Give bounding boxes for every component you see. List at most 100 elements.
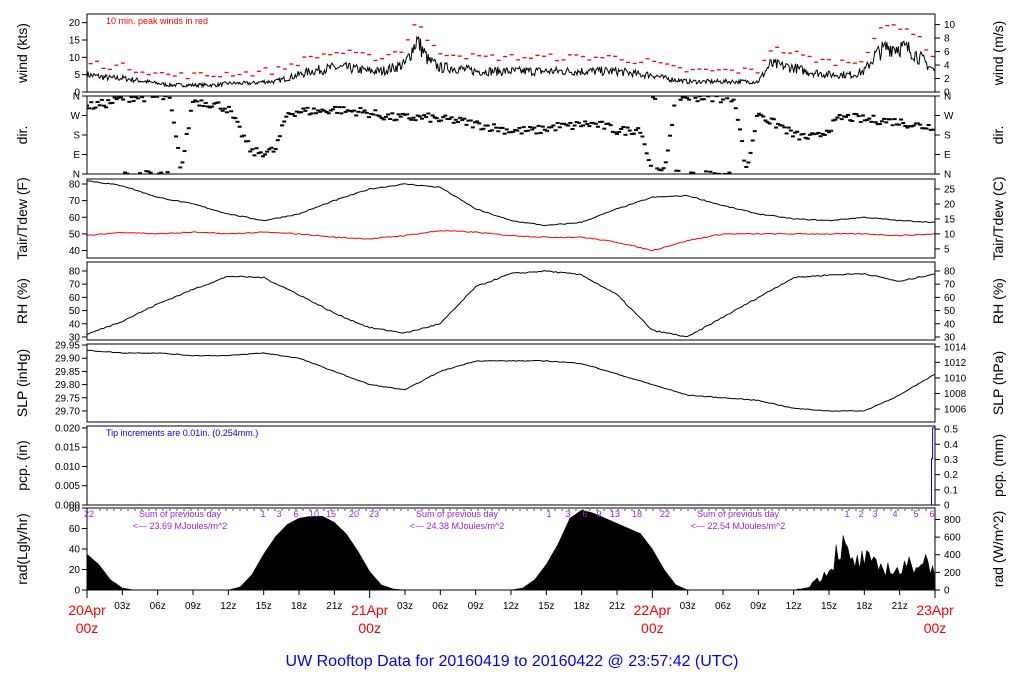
day-label-date: 22Apr (634, 602, 672, 618)
right-y-tick-label: 6 (944, 47, 950, 58)
x-tick-label: 12z (220, 601, 236, 612)
x-tick-label: 06z (715, 601, 731, 612)
y-tick-label: 80 (69, 266, 81, 277)
right-y-tick-label: 40 (944, 319, 956, 330)
right-y-tick-label: N (944, 170, 951, 181)
rad-ylabel: rad(Lgly/hr) (14, 513, 30, 585)
right-y-tick-label: 0.3 (944, 455, 958, 466)
panel-temp: 40 50 60 70 80 5 10 15 20 25 Tair/Tdew (F) Tair/Tde… (14, 176, 1006, 260)
temp-frame (86, 178, 936, 259)
x-tick-label: 15z (256, 601, 272, 612)
pcp-ylabel-right: pcp. (mm) (990, 434, 1006, 497)
day-label-hour: 00z (358, 620, 381, 636)
right-y-tick-label: 60 (944, 293, 956, 304)
day-label-hour: 00z (76, 620, 99, 636)
hour-marker: 1 (546, 509, 551, 519)
pcp-ylabel: pcp. (in) (14, 440, 30, 491)
right-y-tick-label: 1014 (944, 342, 967, 353)
right-y-tick-label: E (944, 150, 951, 161)
y-tick-label: 80 (69, 179, 81, 190)
dir-ylabel-right: dir. (990, 126, 1006, 145)
hour-marker: 22 (84, 509, 94, 519)
x-tick-label: 18z (856, 601, 872, 612)
x-tick-label: 03z (397, 601, 413, 612)
panel-pcp: 0.0000.0050.0100.0150.02000.10.20.30.40.… (14, 423, 1006, 511)
rad-ylabel-right: rad (W/m^2) (990, 511, 1006, 588)
hour-marker: 13 (610, 509, 620, 519)
right-y-tick-label: 400 (944, 550, 961, 561)
daily-sum-label: Sum of previous day (139, 509, 222, 519)
rh-plot-area (87, 269, 935, 338)
y-tick-label: 0.005 (55, 481, 80, 492)
y-tick-label: 29.80 (55, 380, 80, 391)
day-label-hour: 00z (924, 620, 947, 636)
right-y-tick-label: 600 (944, 533, 961, 544)
right-y-tick-label: 0 (944, 501, 950, 512)
right-y-tick-label: 15 (944, 214, 956, 225)
panel-wind: 051015200246810wind (kts) wind (m/s)10 mi… (14, 13, 1006, 99)
x-tick-label: 18z (291, 601, 307, 612)
x-tick-label: 06z (150, 601, 166, 612)
x-tick-label: 21z (892, 601, 908, 612)
dir-ylabel: dir. (14, 126, 30, 145)
pcp-series-cumulative-precipitation (87, 427, 935, 505)
day-label-hour: 00z (641, 620, 664, 636)
right-y-tick-label: S (944, 131, 951, 142)
hour-marker: 5 (913, 509, 918, 519)
panel-slp: 29.70 29.75 29.80 29.85 29.90 29.95 1006 1008 10… (14, 341, 1006, 423)
right-y-tick-label: 1010 (944, 373, 967, 384)
y-tick-label: N (73, 92, 80, 103)
weather-chart: UW Rooftop Data for 20160419 to 20160422… (14, 13, 1006, 670)
chart-title: UW Rooftop Data for 20160419 to 20160422… (286, 653, 739, 670)
panel-rad: 0204060800200400600800rad(Lgly/hr) rad (W… (14, 504, 1006, 597)
y-tick-label: 60 (69, 213, 81, 224)
dir-frame (86, 95, 936, 175)
right-y-tick-label: 1012 (944, 358, 967, 369)
temp-series-tair (87, 180, 935, 227)
right-y-tick-label: 0.5 (944, 425, 958, 436)
pcp-annotation: Tip increments are 0.01in. (0.254mm.) (106, 428, 258, 438)
day-label-date: 20Apr (68, 602, 106, 618)
right-y-tick-label: 0.2 (944, 470, 958, 481)
x-tick-label: 21z (609, 601, 625, 612)
y-tick-label: 40 (69, 545, 81, 556)
x-tick-label: 15z (538, 601, 554, 612)
dir-plot-area (87, 96, 935, 174)
right-y-tick-label: N (944, 92, 951, 103)
right-y-tick-label: 0.4 (944, 440, 958, 451)
x-tick-label: 18z (574, 601, 590, 612)
x-tick-label: 06z (432, 601, 448, 612)
y-tick-label: 29.70 (55, 406, 80, 417)
hour-marker: 23 (369, 509, 379, 519)
y-tick-label: 60 (69, 524, 81, 535)
hour-marker: 22 (660, 509, 670, 519)
hour-marker: 6 (929, 509, 934, 519)
right-y-tick-label: 4 (944, 61, 950, 72)
rh-ylabel: RH (%) (14, 278, 30, 324)
day-label-date: 21Apr (351, 602, 389, 618)
right-y-tick-label: 25 (944, 184, 956, 195)
right-y-tick-label: 8 (944, 34, 950, 45)
right-y-tick-label: 200 (944, 568, 961, 579)
y-tick-label: E (73, 150, 80, 161)
slp-ylabel-right: SLP (hPa) (990, 351, 1006, 415)
y-tick-label: 60 (69, 293, 81, 304)
pcp-plot-area (87, 427, 935, 505)
hour-marker: 18 (632, 509, 642, 519)
temp-ylabel: Tair/Tdew (F) (14, 177, 30, 259)
hour-marker: 3 (276, 509, 281, 519)
x-tick-label: 12z (503, 601, 519, 612)
x-tick-label: 09z (750, 601, 766, 612)
wind-ylabel: wind (kts) (14, 23, 30, 84)
y-tick-label: 29.90 (55, 354, 80, 365)
daily-sum-value: <--- 24.38 MJoules/m^2 (410, 521, 505, 531)
y-tick-label: S (73, 131, 80, 142)
x-tick-label: 09z (185, 601, 201, 612)
y-tick-label: W (71, 111, 81, 122)
y-tick-label: 40 (69, 246, 81, 257)
y-tick-label: 29.85 (55, 367, 80, 378)
y-tick-label: 20 (69, 565, 81, 576)
slp-series-slp (87, 349, 935, 412)
wind-series-wind (87, 35, 935, 89)
y-tick-label: 50 (69, 306, 81, 317)
